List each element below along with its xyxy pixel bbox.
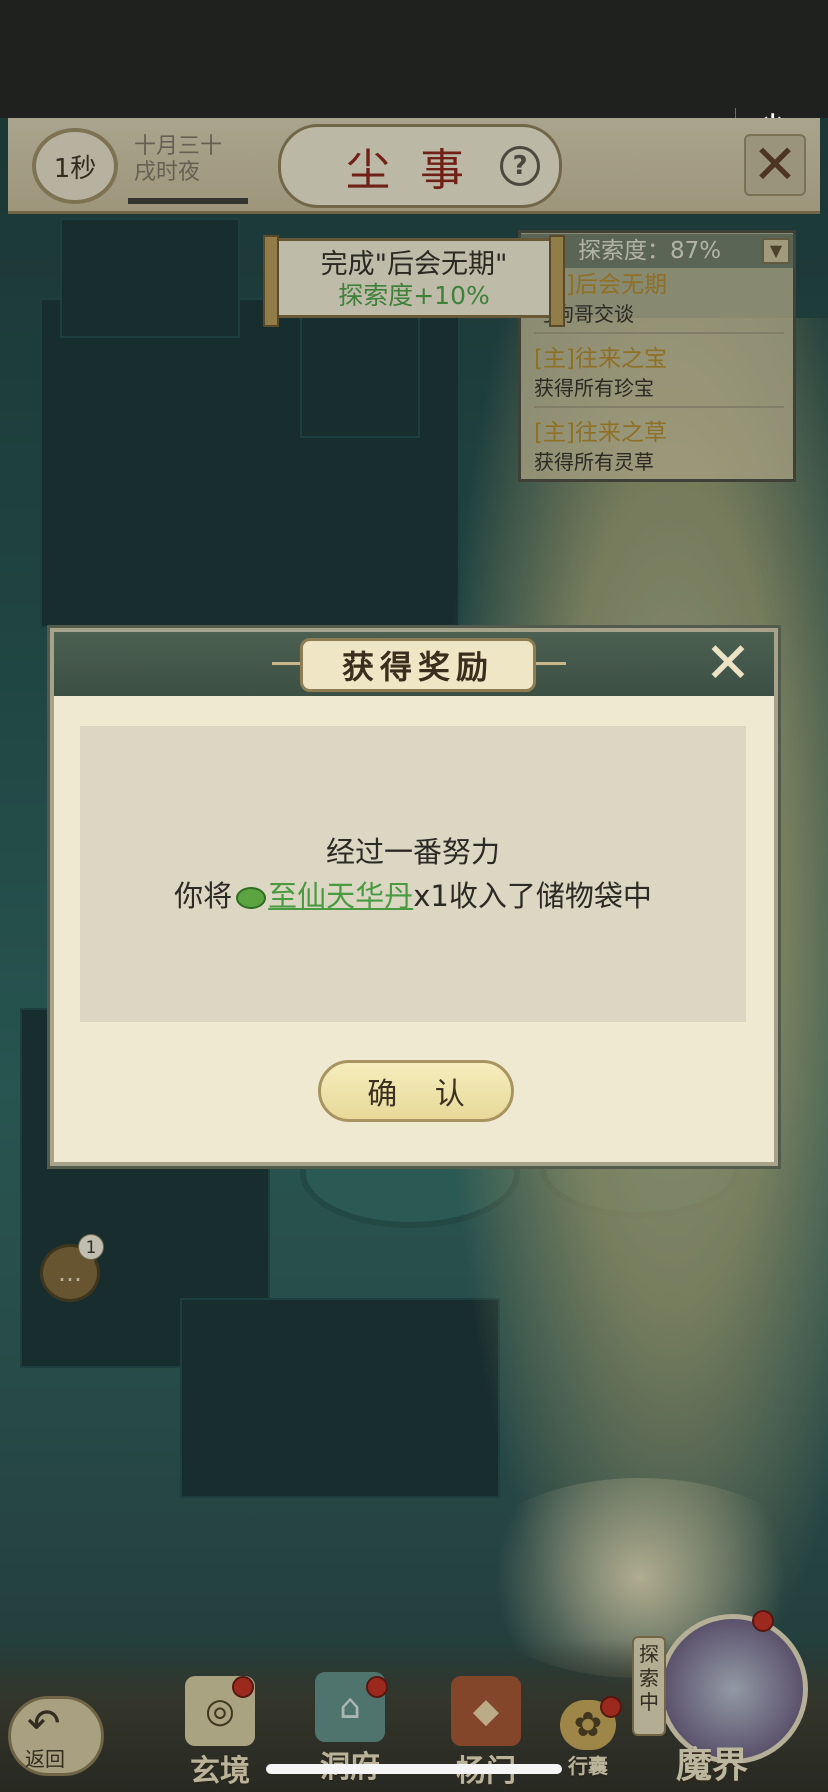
home-indicator: [266, 1764, 562, 1774]
close-icon[interactable]: ✕: [700, 636, 756, 692]
dialog-title: 获得奖励: [300, 638, 536, 692]
dialog-header: 获得奖励 ✕: [54, 632, 774, 696]
reward-message: 经过一番努力 你将 至仙天华丹 x1 收入了储物袋中: [80, 726, 746, 1022]
item-link[interactable]: 至仙天华丹: [268, 874, 413, 918]
elixir-icon: [236, 887, 267, 909]
reward-dialog: 获得奖励 ✕ 经过一番努力 你将 至仙天华丹 x1 收入了储物袋中 确 认: [50, 628, 778, 1166]
confirm-button[interactable]: 确 认: [318, 1060, 514, 1122]
status-area: [0, 0, 828, 118]
